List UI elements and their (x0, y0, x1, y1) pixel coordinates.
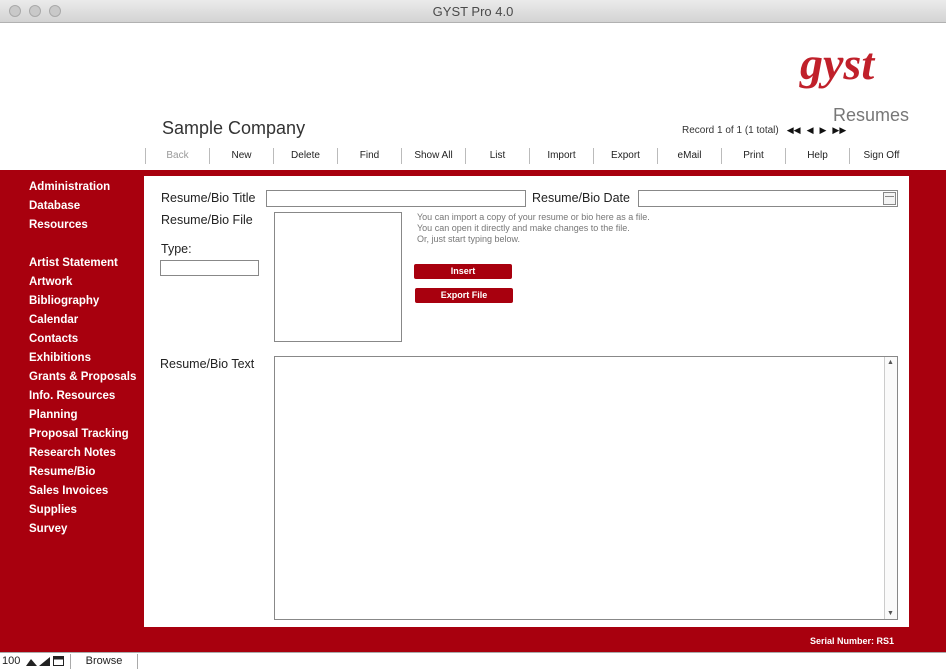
sidebar-item-resume-bio[interactable]: Resume/Bio (29, 463, 136, 482)
toolbar-sign-off-button[interactable]: Sign Off (849, 148, 913, 164)
sidebar-item-resources[interactable]: Resources (29, 216, 136, 235)
title-field[interactable] (266, 190, 526, 207)
record-status: Record 1 of 1 (1 total) (682, 125, 779, 136)
toolbar-help-button[interactable]: Help (785, 148, 849, 164)
app-header: gyst Resumes Sample Company Record 1 of … (0, 23, 946, 170)
gyst-logo: gyst (799, 39, 875, 89)
window-title: GYST Pro 4.0 (432, 4, 514, 19)
toolbar-list-button[interactable]: List (465, 148, 529, 164)
calendar-icon[interactable] (883, 192, 896, 205)
toolbar-new-button[interactable]: New (209, 148, 273, 164)
toolbar-delete-button[interactable]: Delete (273, 148, 337, 164)
zoom-out-icon[interactable] (26, 656, 37, 666)
type-field[interactable] (160, 260, 259, 276)
scroll-down-icon[interactable]: ▼ (887, 610, 894, 617)
mode-indicator[interactable]: Browse (70, 654, 138, 669)
sidebar-item-exhibitions[interactable]: Exhibitions (29, 349, 136, 368)
next-record-icon[interactable]: ▶ (819, 125, 826, 136)
hint-line-1: You can import a copy of your resume or … (417, 212, 650, 222)
file-container[interactable] (274, 212, 402, 342)
sidebar-item-proposal-tracking[interactable]: Proposal Tracking (29, 425, 136, 444)
title-label: Resume/Bio Title (161, 191, 256, 205)
content-area: Administration Database Resources Artist St… (0, 170, 946, 652)
company-name: Sample Company (162, 118, 306, 138)
sidebar-item-sales-invoices[interactable]: Sales Invoices (29, 482, 136, 501)
main-toolbar: Back New Delete Find Show All List Import Expor… (145, 148, 913, 164)
sidebar-item-grants-proposals[interactable]: Grants & Proposals (29, 368, 136, 387)
toolbar-print-button[interactable]: Print (721, 148, 785, 164)
sidebar-item-artist-statement[interactable]: Artist Statement (29, 254, 136, 273)
record-form: Resume/Bio Title Resume/Bio Date Resume/… (144, 176, 909, 627)
zoom-level[interactable]: 100 (2, 655, 20, 667)
insert-button[interactable]: Insert (414, 264, 512, 279)
text-label: Resume/Bio Text (160, 357, 255, 371)
toolbar-email-button[interactable]: eMail (657, 148, 721, 164)
previous-record-icon[interactable]: ◀ (807, 125, 814, 136)
toolbar-export-button[interactable]: Export (593, 148, 657, 164)
file-label: Resume/Bio File (161, 213, 253, 227)
zoom-in-icon[interactable] (39, 656, 50, 666)
toolbar-import-button[interactable]: Import (529, 148, 593, 164)
scroll-up-icon[interactable]: ▲ (887, 359, 894, 366)
sidebar-item-calendar[interactable]: Calendar (29, 311, 136, 330)
hint-line-2: You can open it directly and make change… (417, 223, 630, 233)
module-title: Resumes (832, 105, 909, 125)
date-label: Resume/Bio Date (532, 191, 630, 205)
toolbar-back-button[interactable]: Back (145, 148, 209, 164)
sidebar: Administration Database Resources Artist St… (29, 178, 136, 539)
first-record-icon[interactable]: ◀◀ (787, 125, 801, 136)
toolbar-show-all-button[interactable]: Show All (401, 148, 465, 164)
resume-text-field[interactable]: ▲ ▼ (274, 356, 898, 620)
status-bar: 100 Browse (0, 652, 946, 670)
sidebar-item-bibliography[interactable]: Bibliography (29, 292, 136, 311)
svg-text:gyst: gyst (799, 39, 875, 89)
type-label: Type: (161, 242, 192, 256)
sidebar-item-supplies[interactable]: Supplies (29, 501, 136, 520)
sidebar-item-research-notes[interactable]: Research Notes (29, 444, 136, 463)
window-titlebar: GYST Pro 4.0 (0, 0, 946, 23)
sidebar-item-administration[interactable]: Administration (29, 178, 136, 197)
text-scrollbar[interactable]: ▲ ▼ (884, 357, 897, 619)
sidebar-item-contacts[interactable]: Contacts (29, 330, 136, 349)
sidebar-item-planning[interactable]: Planning (29, 406, 136, 425)
toolbar-find-button[interactable]: Find (337, 148, 401, 164)
toolbar-toggle-icon[interactable] (53, 656, 64, 666)
sidebar-item-database[interactable]: Database (29, 197, 136, 216)
hint-line-3: Or, just start typing below. (417, 234, 521, 244)
record-navigator: Record 1 of 1 (1 total) ◀◀ ◀ ▶ ▶▶ (682, 125, 846, 136)
sidebar-item-artwork[interactable]: Artwork (29, 273, 136, 292)
serial-number: Serial Number: RS1 (809, 636, 894, 646)
date-field[interactable] (638, 190, 898, 207)
last-record-icon[interactable]: ▶▶ (832, 125, 846, 136)
file-hint: You can import a copy of your resume or … (417, 212, 650, 245)
export-file-button[interactable]: Export File (415, 288, 513, 303)
sidebar-item-info-resources[interactable]: Info. Resources (29, 387, 136, 406)
sidebar-item-survey[interactable]: Survey (29, 520, 136, 539)
